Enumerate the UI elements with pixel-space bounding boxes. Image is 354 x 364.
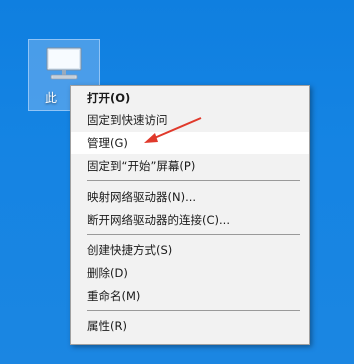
red-arrow-annotation	[144, 117, 202, 143]
desktop: 此 打开(O) 固定到快速访问 管理(G) 固定到“开始”屏幕(P) 映射网络驱…	[0, 0, 354, 364]
